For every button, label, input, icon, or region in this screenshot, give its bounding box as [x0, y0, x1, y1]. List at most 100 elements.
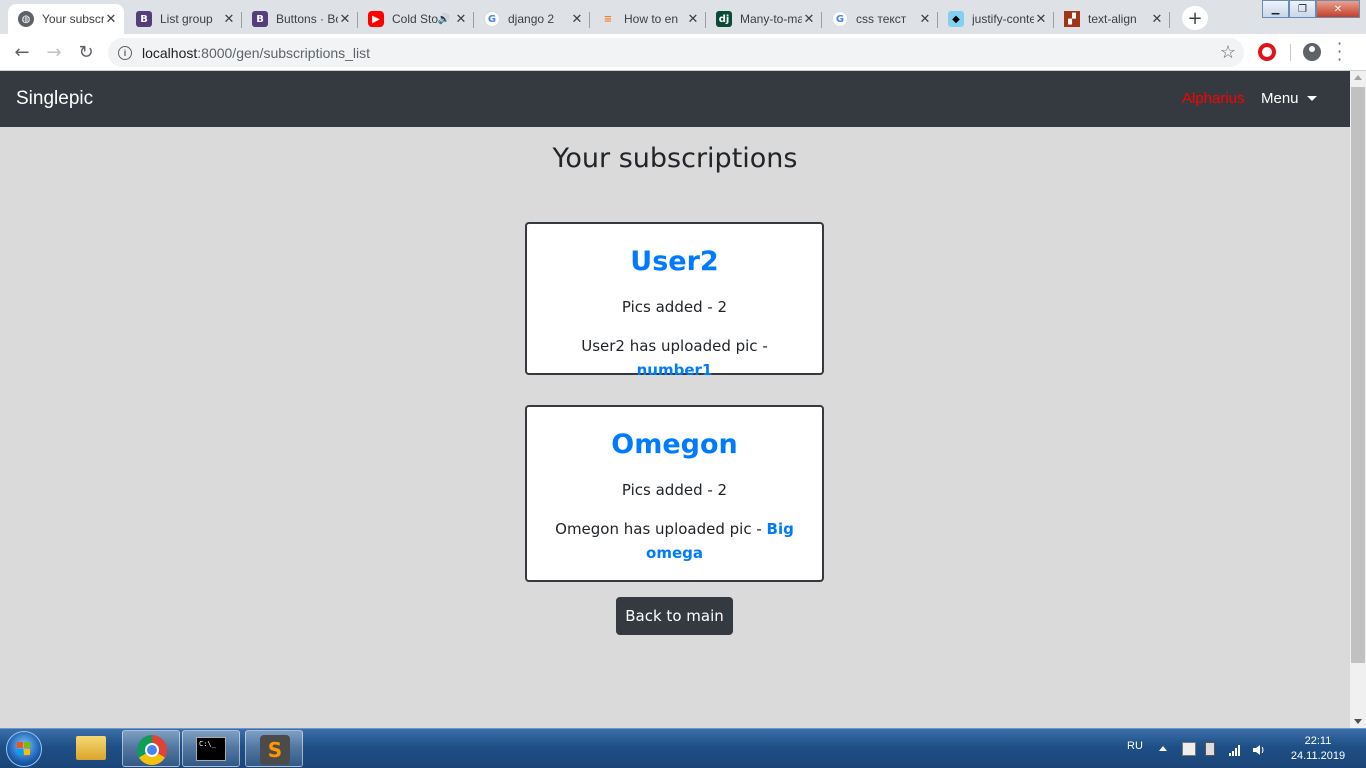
tab-title: How to en: [624, 12, 679, 26]
pics-count: Pics added - 2: [621, 481, 728, 499]
window-controls: ▁ ❐ ✕: [1262, 0, 1360, 18]
browser-tabstrip: ◍ Your subscriptions ✕ B List group ✕ B …: [0, 0, 1366, 34]
tab-your-subscriptions[interactable]: ◍ Your subscriptions ✕: [8, 4, 124, 34]
taskbar-cmd[interactable]: C:\_: [182, 730, 240, 767]
scroll-thumb[interactable]: [1351, 87, 1365, 663]
volume-icon[interactable]: [1252, 742, 1266, 756]
close-icon[interactable]: ✕: [454, 12, 468, 27]
opera-extension-icon[interactable]: [1258, 43, 1276, 61]
tab-title: Cold Stone: [392, 12, 438, 26]
tab-title: Many-to-many: [740, 12, 802, 26]
taskbar-chrome[interactable]: [122, 730, 180, 767]
start-button[interactable]: [6, 731, 42, 767]
current-user-link[interactable]: Alpharius: [1182, 90, 1245, 107]
subscription-user-link[interactable]: Omegon: [545, 427, 804, 463]
close-icon[interactable]: ✕: [686, 12, 700, 27]
minimize-button[interactable]: ▁: [1262, 0, 1289, 18]
speaker-icon[interactable]: 🔊: [438, 14, 450, 25]
taskbar-explorer[interactable]: [60, 730, 118, 767]
tab-title: css текст: [856, 12, 907, 26]
tab-django[interactable]: G django 2 ✕: [474, 4, 590, 34]
maximize-button[interactable]: ❐: [1289, 0, 1316, 18]
clock-date: 24.11.2019: [1290, 750, 1346, 762]
reload-icon[interactable]: ↻: [74, 40, 98, 64]
pics-count: Pics added - 2: [621, 298, 728, 316]
forward-arrow-icon[interactable]: →: [42, 40, 66, 64]
google-icon: G: [832, 11, 848, 27]
tab-text-align[interactable]: ▞ text-align ✕: [1054, 4, 1170, 34]
kebab-menu-icon[interactable]: · · ·: [1337, 36, 1342, 68]
windows-logo-icon: [17, 742, 31, 756]
close-icon[interactable]: ✕: [104, 12, 118, 27]
close-icon[interactable]: ✕: [1034, 12, 1048, 27]
folder-icon: [76, 736, 106, 760]
w3schools-icon: ▞: [1064, 11, 1080, 27]
site-navbar: Singlepic Alpharius Menu: [0, 71, 1350, 127]
tab-justify-content[interactable]: ◆ justify-content ✕: [938, 4, 1054, 34]
bootstrap-icon: B: [136, 11, 152, 27]
subscription-card: User2 Pics added - 2 User2 has uploaded …: [525, 222, 824, 379]
url-path: :8000/gen/subscriptions_list: [197, 44, 371, 61]
subscription-card: Omegon Pics added - 2 Omegon has uploade…: [525, 405, 824, 582]
bootstrap-icon: B: [252, 11, 268, 27]
chrome-icon: [137, 735, 167, 765]
tab-many-to-many[interactable]: dj Many-to-many ✕: [706, 4, 822, 34]
google-icon: G: [484, 11, 500, 27]
tab-title: Your subscriptions: [42, 12, 104, 26]
tab-cold[interactable]: ▶ Cold Stone 🔊 ✕: [358, 4, 474, 34]
url-host: localhost: [142, 44, 198, 61]
tab-title: List group: [160, 12, 213, 26]
close-icon[interactable]: ✕: [802, 12, 816, 27]
taskbar-sublime[interactable]: S: [245, 730, 303, 767]
bookmark-star-icon[interactable]: ☆: [1220, 42, 1236, 63]
windows-taskbar: C:\_ S RU 22:11 24.11.2019: [0, 728, 1366, 768]
new-tab-button[interactable]: +: [1182, 6, 1208, 30]
close-icon[interactable]: ✕: [918, 12, 932, 27]
clock-time: 22:11: [1304, 735, 1332, 747]
tab-css-text[interactable]: G css текст ✕: [822, 4, 938, 34]
action-center-icon[interactable]: [1182, 742, 1196, 756]
system-clock[interactable]: 22:11 24.11.2019: [1280, 734, 1356, 764]
upload-text: Omegon has uploaded pic -: [555, 520, 767, 538]
brand-logo[interactable]: Singlepic: [16, 88, 93, 110]
back-arrow-icon[interactable]: ←: [10, 40, 34, 64]
browser-toolbar: ← → ↻ i localhost:8000/gen/subscriptions…: [0, 34, 1366, 71]
scroll-down-arrow-icon[interactable]: [1354, 719, 1362, 724]
menu-dropdown[interactable]: Menu: [1261, 90, 1317, 107]
tab-title: text-align: [1088, 12, 1137, 26]
tab-buttons[interactable]: B Buttons · Bootstrap ✕: [242, 4, 358, 34]
mdn-icon: ◆: [948, 11, 964, 27]
language-indicator[interactable]: RU: [1127, 740, 1143, 752]
show-hidden-icons-icon[interactable]: [1159, 746, 1167, 751]
tab-title: Buttons · Bootstrap: [276, 12, 338, 26]
menu-label: Menu: [1261, 90, 1299, 107]
tab-how-to[interactable]: ≡ How to en ✕: [590, 4, 706, 34]
youtube-icon: ▶: [368, 11, 384, 27]
cmd-icon: C:\_: [196, 737, 226, 761]
tab-title: justify-content: [972, 12, 1034, 26]
close-icon[interactable]: ✕: [222, 12, 236, 27]
page-title: Your subscriptions: [552, 143, 798, 174]
globe-icon: ◍: [18, 11, 34, 27]
toolbar-divider: [1290, 44, 1291, 61]
close-icon[interactable]: ✕: [1150, 12, 1164, 27]
usb-device-icon[interactable]: [1205, 742, 1215, 756]
latest-upload: Omegon has uploaded pic - Big omega: [545, 517, 804, 565]
network-signal-icon[interactable]: [1228, 742, 1242, 756]
close-icon[interactable]: ✕: [338, 12, 352, 27]
scroll-up-arrow-icon[interactable]: [1354, 75, 1362, 80]
main-content: Your subscriptions User2 Pics added - 2 …: [0, 127, 1350, 728]
info-icon[interactable]: i: [118, 45, 132, 60]
tab-list-group[interactable]: B List group ✕: [126, 4, 242, 34]
pic-link[interactable]: number1: [637, 361, 713, 379]
close-icon[interactable]: ✕: [570, 12, 584, 27]
sublime-text-icon: S: [260, 735, 290, 765]
subscription-user-link[interactable]: User2: [545, 244, 804, 280]
latest-upload: User2 has uploaded pic - number1: [545, 334, 804, 382]
back-to-main-button[interactable]: Back to main: [616, 597, 733, 635]
address-bar[interactable]: i localhost:8000/gen/subscriptions_list …: [108, 38, 1244, 67]
page-scrollbar[interactable]: [1350, 71, 1366, 728]
upload-text: User2 has uploaded pic -: [581, 337, 768, 355]
close-window-button[interactable]: ✕: [1316, 0, 1360, 18]
account-icon[interactable]: [1303, 43, 1321, 61]
